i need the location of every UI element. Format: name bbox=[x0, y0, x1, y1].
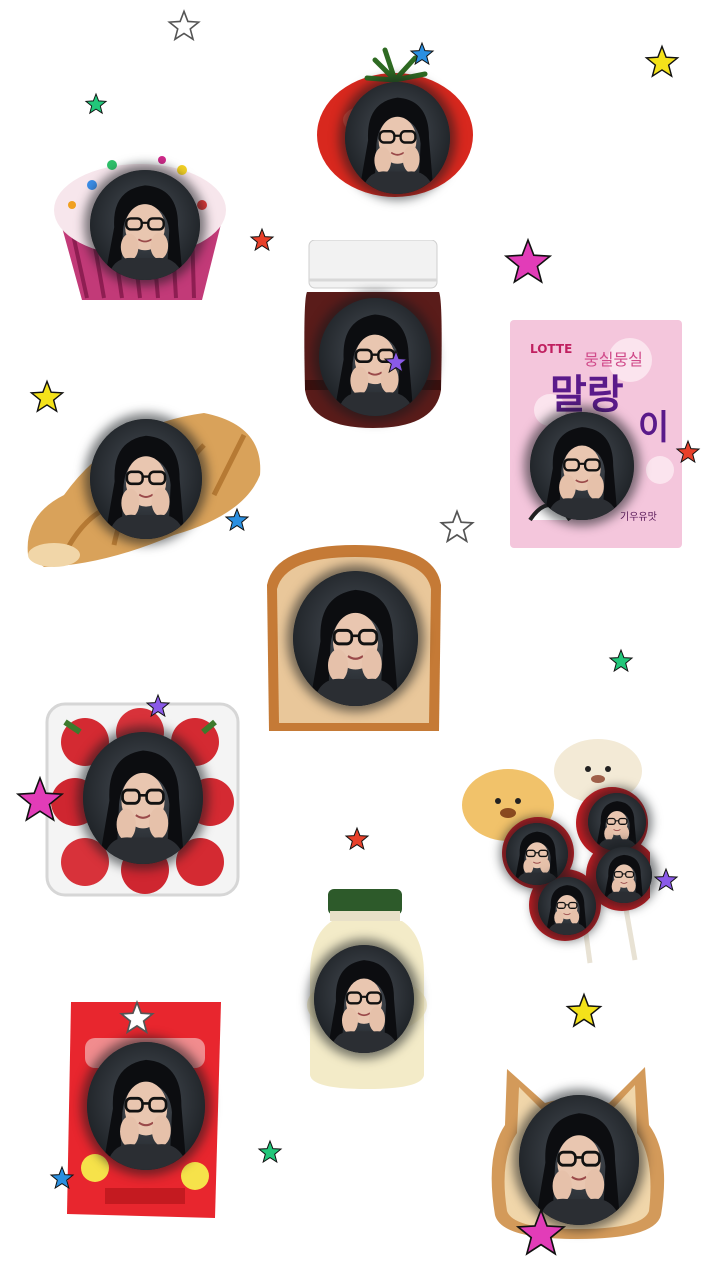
star-icon bbox=[609, 649, 633, 673]
portrait-photo bbox=[530, 412, 634, 520]
star-icon bbox=[30, 380, 64, 414]
portrait-photo bbox=[319, 298, 431, 416]
portrait-photo bbox=[293, 571, 418, 706]
star-icon bbox=[225, 508, 249, 532]
strawberry-box-item bbox=[45, 702, 240, 897]
portrait-photo bbox=[588, 793, 646, 851]
bottom-text: 기우유맛 bbox=[620, 512, 657, 523]
puppy-candy-item bbox=[460, 735, 658, 965]
star-icon bbox=[504, 238, 552, 286]
star-icon bbox=[645, 45, 679, 79]
portrait-photo bbox=[345, 82, 450, 194]
star-icon bbox=[676, 440, 700, 464]
cat-toast-item bbox=[485, 1065, 670, 1240]
star-icon bbox=[654, 868, 678, 892]
toast-item bbox=[265, 545, 443, 735]
star-icon bbox=[120, 1001, 154, 1035]
chocolate-jar-item bbox=[303, 239, 443, 430]
tomato-item bbox=[315, 40, 475, 200]
milk-bottle-item bbox=[300, 885, 435, 1090]
star-icon bbox=[250, 228, 274, 252]
portrait-photo bbox=[519, 1095, 639, 1225]
marshmallow-bag-item: LOTTE 뭉실뭉실 말랑 이 기우유맛 bbox=[510, 320, 682, 548]
star-icon bbox=[16, 776, 64, 824]
star-icon bbox=[566, 993, 602, 1029]
cupcake-item bbox=[52, 150, 227, 305]
star-icon bbox=[345, 827, 369, 851]
star-icon bbox=[50, 1166, 74, 1190]
star-icon bbox=[146, 694, 170, 718]
title-line2: 이 bbox=[638, 408, 670, 448]
star-icon bbox=[440, 510, 474, 544]
portrait-photo bbox=[506, 823, 568, 885]
portrait-photo bbox=[596, 847, 652, 903]
portrait-photo bbox=[83, 732, 203, 864]
star-icon bbox=[384, 350, 408, 374]
portrait-photo bbox=[90, 419, 202, 539]
star-icon bbox=[85, 93, 107, 115]
brand-label: LOTTE bbox=[530, 342, 573, 356]
star-icon bbox=[410, 42, 434, 66]
portrait-photo bbox=[314, 945, 414, 1053]
star-icon bbox=[258, 1140, 282, 1164]
croissant-item bbox=[24, 405, 264, 570]
portrait-photo bbox=[538, 877, 596, 935]
star-icon bbox=[168, 10, 200, 42]
portrait-photo bbox=[90, 170, 200, 280]
star-icon bbox=[516, 1208, 566, 1258]
portrait-photo bbox=[87, 1042, 205, 1170]
